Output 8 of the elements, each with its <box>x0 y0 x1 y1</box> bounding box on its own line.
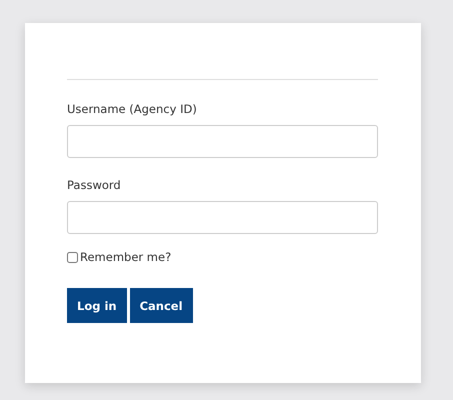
username-field[interactable] <box>67 125 378 158</box>
password-field[interactable] <box>67 201 378 234</box>
remember-label: Remember me? <box>80 250 172 264</box>
password-label: Password <box>67 178 121 192</box>
remember-checkbox[interactable] <box>67 252 78 262</box>
login-button[interactable]: Log in <box>67 288 127 323</box>
cancel-button[interactable]: Cancel <box>130 288 193 323</box>
username-label: Username (Agency ID) <box>67 102 197 116</box>
